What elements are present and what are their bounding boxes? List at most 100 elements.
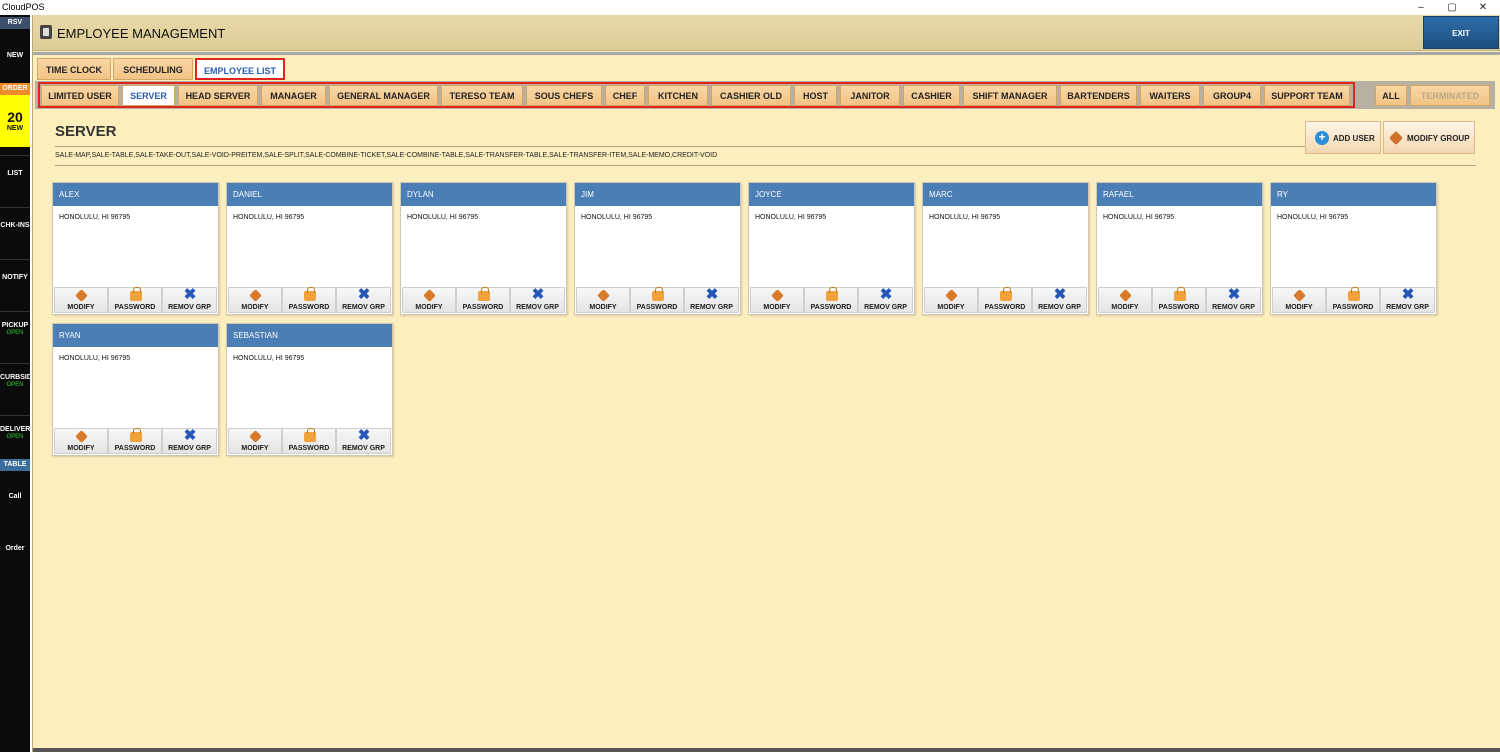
password-button[interactable]: PASSWORD (1326, 287, 1380, 313)
group-tab-support-team[interactable]: SUPPORT TEAM (1264, 85, 1350, 106)
employee-name[interactable]: DYLAN (401, 183, 566, 206)
sidebar-rsv-new[interactable]: NEW (0, 52, 30, 59)
group-tab-cashier[interactable]: CASHIER (903, 85, 960, 106)
remove-group-button[interactable]: ✖ REMOV GRP (336, 428, 391, 454)
add-user-button[interactable]: + ADD USER (1305, 121, 1381, 154)
sidebar-order-new[interactable]: 20 NEW (0, 95, 30, 147)
password-label: PASSWORD (1158, 304, 1200, 311)
curbside-status: OPEN (6, 382, 24, 388)
modify-group-button[interactable]: MODIFY GROUP (1383, 121, 1475, 154)
tab-scheduling[interactable]: SCHEDULING (113, 58, 193, 80)
password-button[interactable]: PASSWORD (282, 287, 336, 313)
sidebar-delivery[interactable]: DELIVER OPEN (0, 415, 30, 459)
lock-icon (1000, 287, 1012, 301)
employee-name[interactable]: JIM (575, 183, 740, 206)
employee-address: HONOLULU, HI 96795 (233, 355, 305, 362)
remove-group-button[interactable]: ✖ REMOV GRP (858, 287, 913, 313)
employee-name[interactable]: RAFAEL (1097, 183, 1262, 206)
modify-button[interactable]: MODIFY (54, 287, 108, 313)
group-tab-cashier-old[interactable]: CASHIER OLD (711, 85, 791, 106)
password-button[interactable]: PASSWORD (282, 428, 336, 454)
group-tab-shift-manager[interactable]: SHIFT MANAGER (963, 85, 1057, 106)
title-divider (55, 146, 1305, 147)
password-button[interactable]: PASSWORD (1152, 287, 1206, 313)
password-button[interactable]: PASSWORD (630, 287, 684, 313)
modify-icon (249, 289, 262, 302)
sidebar-call[interactable]: Call (0, 493, 30, 500)
group-tab-host[interactable]: HOST (794, 85, 837, 106)
group-tab-manager[interactable]: MANAGER (261, 85, 326, 106)
employee-name[interactable]: MARC (923, 183, 1088, 206)
group-tab-waiters[interactable]: WAITERS (1140, 85, 1200, 106)
filter-tab-terminated[interactable]: TERMINATED (1410, 85, 1490, 106)
filter-tab-all[interactable]: ALL (1375, 85, 1407, 106)
employee-name[interactable]: RYAN (53, 324, 218, 347)
employee-name[interactable]: DANIEL (227, 183, 392, 206)
modify-button[interactable]: MODIFY (1098, 287, 1152, 313)
group-tab-server[interactable]: SERVER (122, 85, 175, 106)
remove-group-button[interactable]: ✖ REMOV GRP (162, 428, 217, 454)
sidebar-notify[interactable]: NOTIFY (0, 259, 30, 311)
remove-group-button[interactable]: ✖ REMOV GRP (1206, 287, 1261, 313)
maximize-button[interactable]: ▢ (1437, 0, 1467, 15)
app-header: EMPLOYEE MANAGEMENT EXIT (33, 15, 1500, 51)
password-label: PASSWORD (636, 304, 678, 311)
password-button[interactable]: PASSWORD (108, 428, 162, 454)
sidebar-list[interactable]: LIST (0, 155, 30, 207)
remove-group-button[interactable]: ✖ REMOV GRP (336, 287, 391, 313)
sidebar-pickup[interactable]: PICKUP OPEN (0, 311, 30, 363)
remove-group-label: REMOV GRP (168, 445, 211, 452)
minimize-button[interactable]: – (1406, 0, 1436, 15)
password-label: PASSWORD (288, 445, 330, 452)
modify-button[interactable]: MODIFY (54, 428, 108, 454)
modify-button[interactable]: MODIFY (924, 287, 978, 313)
group-tab-janitor[interactable]: JANITOR (840, 85, 900, 106)
employee-name[interactable]: JOYCE (749, 183, 914, 206)
modify-button[interactable]: MODIFY (576, 287, 630, 313)
employee-name[interactable]: ALEX (53, 183, 218, 206)
remove-group-button[interactable]: ✖ REMOV GRP (684, 287, 739, 313)
employee-name[interactable]: SEBASTIAN (227, 324, 392, 347)
remove-group-button[interactable]: ✖ REMOV GRP (1380, 287, 1435, 313)
tab-employee-list[interactable]: EMPLOYEE LIST (195, 58, 285, 80)
modify-button[interactable]: MODIFY (1272, 287, 1326, 313)
remove-group-button[interactable]: ✖ REMOV GRP (162, 287, 217, 313)
modify-button[interactable]: MODIFY (402, 287, 456, 313)
close-x-icon: ✖ (1053, 286, 1067, 303)
delivery-label: DELIVER (0, 426, 31, 433)
group-tab-general-manager[interactable]: GENERAL MANAGER (329, 85, 438, 106)
exit-button[interactable]: EXIT (1423, 16, 1499, 49)
modify-label: MODIFY (415, 304, 443, 311)
modify-button[interactable]: MODIFY (228, 287, 282, 313)
group-title: SERVER (55, 123, 117, 140)
modify-icon (771, 289, 784, 302)
modify-button[interactable]: MODIFY (750, 287, 804, 313)
modify-icon (945, 289, 958, 302)
tab-time-clock[interactable]: TIME CLOCK (37, 58, 111, 80)
sidebar-order[interactable]: Order (0, 545, 30, 552)
group-tab-sous-chefs[interactable]: SOUS CHEFS (526, 85, 602, 106)
remove-group-button[interactable]: ✖ REMOV GRP (1032, 287, 1087, 313)
group-tab-limited-user[interactable]: LIMITED USER (41, 85, 119, 106)
password-button[interactable]: PASSWORD (804, 287, 858, 313)
modify-button[interactable]: MODIFY (228, 428, 282, 454)
close-window-button[interactable]: ✕ (1468, 0, 1498, 15)
remove-group-label: REMOV GRP (864, 304, 907, 311)
remove-group-button[interactable]: ✖ REMOV GRP (510, 287, 565, 313)
password-button[interactable]: PASSWORD (978, 287, 1032, 313)
group-tab-bartenders[interactable]: BARTENDERS (1060, 85, 1137, 106)
employee-name[interactable]: RY (1271, 183, 1436, 206)
group-tab-chef[interactable]: CHEF (605, 85, 645, 106)
sidebar-curbside[interactable]: CURBSID OPEN (0, 363, 32, 415)
group-tab-tereso-team[interactable]: TERESO TEAM (441, 85, 523, 106)
modify-icon (423, 289, 436, 302)
password-button[interactable]: PASSWORD (456, 287, 510, 313)
group-tab-kitchen[interactable]: KITCHEN (648, 85, 708, 106)
group-tab-head-server[interactable]: HEAD SERVER (178, 85, 258, 106)
lock-icon (826, 287, 838, 301)
sidebar-chk-ins[interactable]: CHK-INS (0, 207, 30, 259)
group-tab-group4[interactable]: GROUP4 (1203, 85, 1261, 106)
modify-label: MODIFY (241, 445, 269, 452)
password-button[interactable]: PASSWORD (108, 287, 162, 313)
lock-icon (1174, 287, 1186, 301)
